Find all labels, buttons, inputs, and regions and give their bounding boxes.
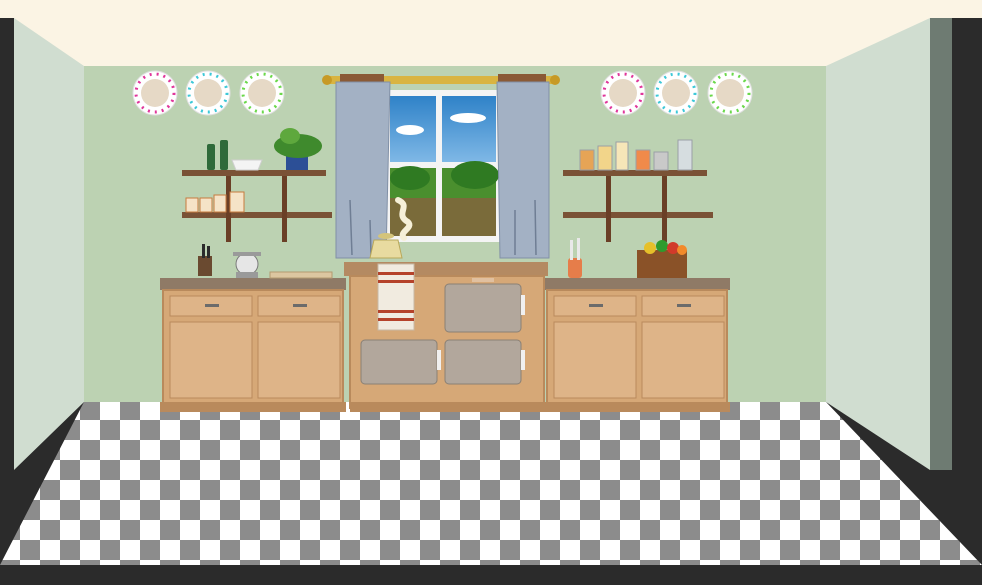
fruit-basket-icon[interactable] [637,240,687,278]
checkered-floor-icon [0,402,982,585]
range-cooker-icon[interactable] [344,262,548,412]
right-frame [952,18,982,470]
cutting-board-icon[interactable] [269,271,333,279]
ceiling [0,0,982,66]
left-wall [14,18,84,470]
right-wall [826,18,930,470]
plate-icon[interactable] [185,70,231,116]
plate-icon[interactable] [132,70,178,116]
oven-door-icon[interactable] [444,339,522,385]
kitchen-scene [0,0,982,585]
plate-icon[interactable] [707,70,753,116]
curtain-icon[interactable] [335,81,391,259]
curtain-icon[interactable] [496,81,550,259]
plate-icon[interactable] [600,70,646,116]
bowl-icon[interactable] [231,159,263,171]
cabinet-icon[interactable] [544,278,730,412]
left-frame [0,18,14,470]
kitchen-scale-icon[interactable] [233,252,261,278]
plate-icon[interactable] [653,70,699,116]
oven-door-icon[interactable] [444,283,522,333]
oven-door-icon[interactable] [360,339,438,385]
tea-towel-icon[interactable] [377,263,415,331]
cabinet-icon[interactable] [160,278,346,412]
right-wall-edge [930,18,952,470]
plate-icon[interactable] [239,70,285,116]
